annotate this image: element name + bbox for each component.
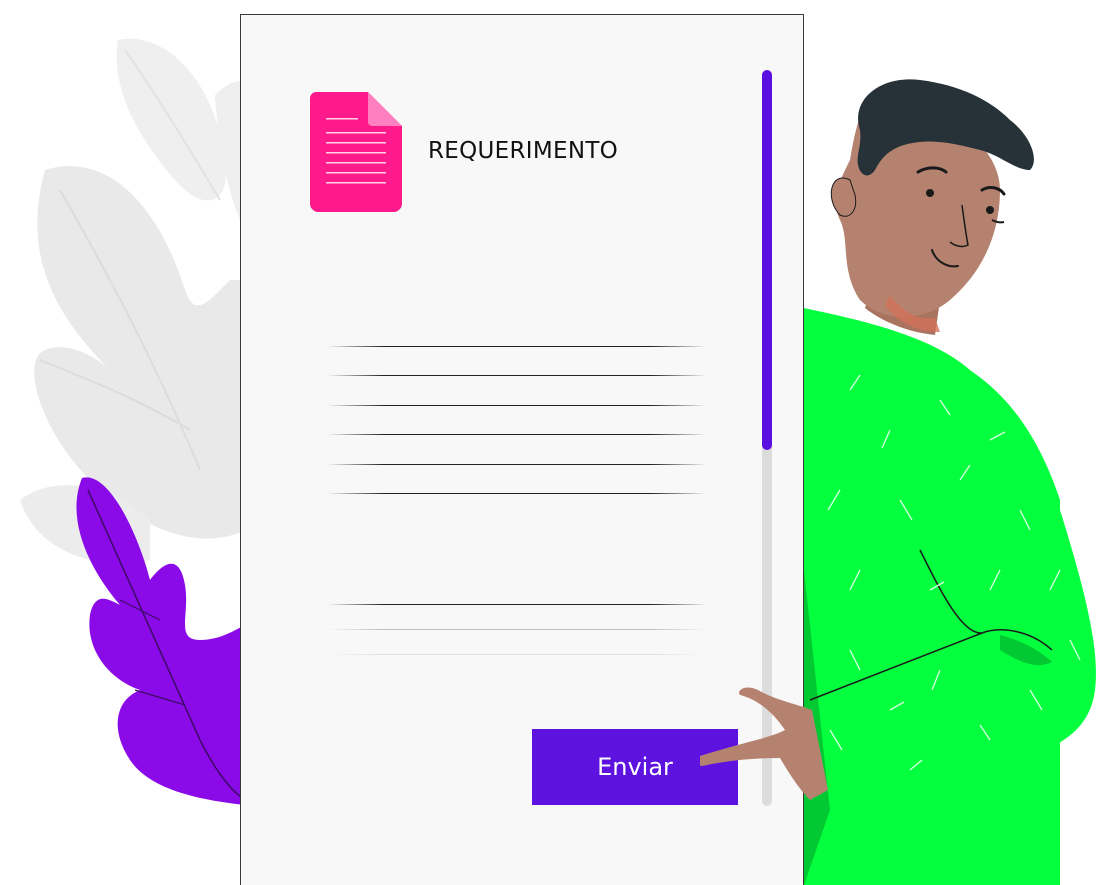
document-title: REQUERIMENTO	[428, 138, 619, 164]
grey-leaf-big	[34, 166, 262, 539]
text-line	[327, 405, 707, 406]
text-line	[327, 629, 707, 630]
text-line	[327, 654, 707, 655]
shirt	[804, 308, 1096, 885]
right-eye	[986, 206, 994, 214]
text-line	[327, 604, 707, 605]
document-icon	[310, 92, 402, 212]
illustration-scene: REQUERIMENTO Enviar	[0, 0, 1100, 885]
text-line	[327, 375, 707, 376]
text-line	[327, 464, 707, 465]
text-line	[327, 434, 707, 435]
left-eye	[926, 189, 934, 197]
person-illustration	[700, 79, 1096, 885]
text-line	[327, 346, 707, 347]
text-line	[327, 493, 707, 494]
